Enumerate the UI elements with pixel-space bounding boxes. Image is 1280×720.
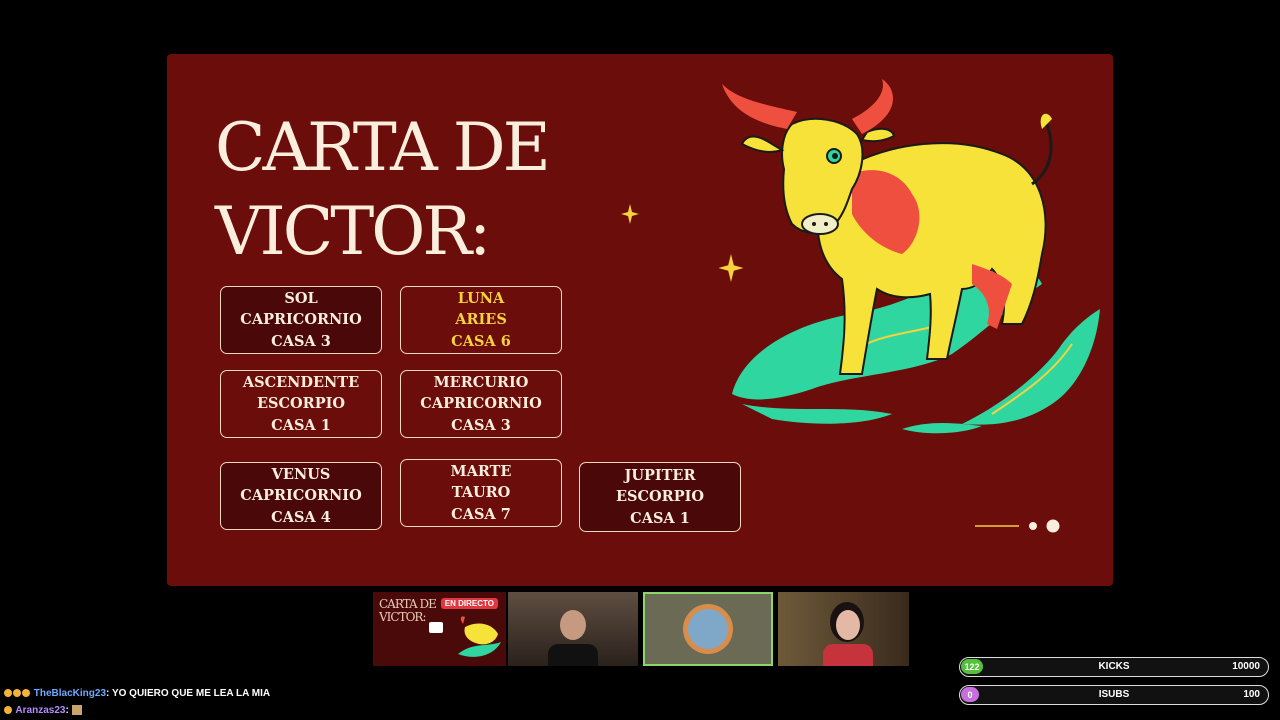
card-planet: VENUS [271, 465, 331, 483]
card-planet: MERCURIO [433, 373, 529, 391]
card-sign: ESCORPIO [256, 395, 346, 413]
card-sign: ARIES [455, 311, 507, 329]
sparkle-icon [621, 204, 639, 224]
card-planet: MARTE [450, 462, 512, 480]
chat-username[interactable]: TheBlacKing23 [34, 688, 106, 699]
card-planet: LUNA [457, 289, 505, 307]
chat-text: : [65, 705, 69, 716]
chat-badge-icon [13, 689, 21, 697]
live-badge: EN DIRECTO [440, 598, 498, 609]
thumbnail-slide-title: CARTA DE VICTOR: [379, 598, 437, 624]
goal-target: 10000 [1232, 661, 1260, 672]
card-venus: VENUS CAPRICORNIO CASA 4 [220, 462, 382, 530]
person-shirt [548, 644, 598, 666]
goal-bar-kicks: 122 KICKS 10000 [959, 657, 1269, 677]
card-house: CASA 3 [271, 332, 331, 350]
card-planet: JUPITER [624, 466, 696, 484]
slide-title: CARTA DE VICTOR: [215, 106, 551, 274]
card-marte: MARTE TAURO CASA 7 [400, 459, 562, 527]
bull-thumbnail-icon [458, 616, 501, 657]
slide-title-line1: CARTA DE [215, 109, 551, 186]
presentation-slide: CARTA DE VICTOR: SOL CAPRICORNIO CASA 3 … [167, 54, 1113, 586]
card-sign: CAPRICORNIO [240, 487, 362, 505]
taurus-bull-illustration [722, 79, 1100, 434]
card-sign: CAPRICORNIO [420, 395, 542, 413]
scene-thumbnail-slide[interactable]: CARTA DE VICTOR: EN DIRECTO [373, 592, 506, 666]
card-house: CASA 1 [630, 509, 690, 527]
card-house: CASA 6 [451, 332, 511, 350]
person-shirt [823, 644, 873, 666]
card-house: CASA 4 [271, 508, 331, 526]
card-house: CASA 7 [451, 505, 511, 523]
chat-badge-icon [4, 706, 12, 714]
card-ascendente: ASCENDENTE ESCORPIO CASA 1 [220, 370, 382, 438]
chat-text: : YO QUIERO QUE ME LEA LA MIA [106, 688, 271, 699]
card-jupiter: JUPITER ESCORPIO CASA 1 [579, 462, 741, 532]
card-mercurio: MERCURIO CAPRICORNIO CASA 3 [400, 370, 562, 438]
chat-message: Aranzas23: [4, 705, 82, 716]
card-house: CASA 1 [271, 416, 331, 434]
chat-badge-icon [4, 689, 12, 697]
goal-label: ISUBS [1098, 689, 1130, 700]
card-house: CASA 3 [451, 416, 511, 434]
monitor-icon [429, 622, 443, 633]
slide-pagination [975, 519, 1060, 533]
card-sign: ESCORPIO [615, 488, 705, 506]
scene-thumbnail-selected[interactable] [643, 592, 773, 666]
goal-label: KICKS [1098, 661, 1130, 672]
chat-badge-icon [22, 689, 30, 697]
chat-username[interactable]: Aranzas23 [15, 705, 65, 716]
thumbnail-title-line2: VICTOR: [379, 610, 427, 624]
slide-title-line2: VICTOR: [215, 193, 491, 270]
profile-photo [688, 609, 728, 649]
scene-thumbnail-camera-1[interactable] [508, 592, 638, 666]
person-avatar [560, 610, 586, 640]
person-face [836, 610, 860, 640]
card-sign: TAURO [451, 484, 511, 502]
chat-message: TheBlacKing23: YO QUIERO QUE ME LEA LA M… [4, 688, 270, 699]
card-luna: LUNA ARIES CASA 6 [400, 286, 562, 354]
goal-target: 100 [1243, 689, 1260, 700]
goal-bar-subs: 0 ISUBS 100 [959, 685, 1269, 705]
scene-thumbnail-camera-2[interactable] [778, 592, 909, 666]
card-planet: SOL [284, 289, 318, 307]
emote-icon [71, 705, 82, 715]
card-sol: SOL CAPRICORNIO CASA 3 [220, 286, 382, 354]
card-sign: CAPRICORNIO [240, 311, 362, 329]
card-planet: ASCENDENTE [242, 373, 360, 391]
